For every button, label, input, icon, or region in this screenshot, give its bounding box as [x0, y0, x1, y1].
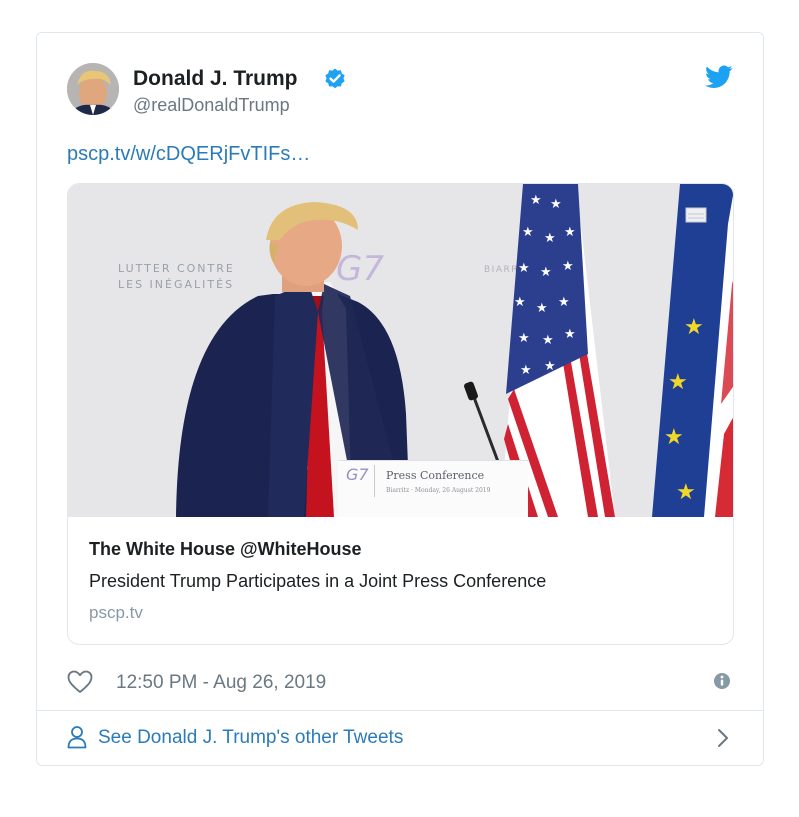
podium-g7-logo: G7 [346, 465, 369, 484]
person-icon [67, 726, 87, 749]
author-handle[interactable]: @realDonaldTrump [133, 95, 290, 116]
link-preview-card[interactable]: LUTTER CONTRE LES INÉGALITÉS BIARRITZ G7 [67, 183, 734, 645]
card-domain: pscp.tv [89, 603, 143, 622]
svg-text:★: ★ [544, 359, 556, 374]
svg-text:★: ★ [536, 301, 548, 316]
svg-text:★: ★ [550, 197, 562, 212]
svg-text:★: ★ [564, 225, 576, 240]
avatar-image [67, 63, 119, 115]
svg-text:★: ★ [668, 370, 688, 395]
svg-text:★: ★ [676, 480, 696, 505]
see-other-tweets-label: See Donald J. Trump's other Tweets [98, 727, 404, 748]
svg-text:★: ★ [562, 259, 574, 274]
backdrop-text-1: LUTTER CONTRE [118, 262, 235, 275]
author-name[interactable]: Donald J. Trump [133, 67, 298, 91]
twitter-bird-icon[interactable] [705, 65, 733, 89]
g7-backdrop-logo: G7 [336, 249, 384, 289]
see-other-tweets-link[interactable]: See Donald J. Trump's other Tweets [37, 711, 763, 766]
card-description: President Trump Participates in a Joint … [89, 571, 547, 591]
card-title: The White House @WhiteHouse [89, 539, 362, 559]
svg-text:★: ★ [664, 425, 684, 450]
svg-text:★: ★ [514, 295, 526, 310]
svg-text:★: ★ [540, 265, 552, 280]
svg-text:★: ★ [530, 193, 542, 208]
card-body: The White House @WhiteHouse President Tr… [68, 517, 733, 644]
svg-text:★: ★ [542, 333, 554, 348]
chevron-right-icon [718, 729, 728, 747]
svg-text:★: ★ [518, 261, 530, 276]
svg-text:★: ★ [544, 231, 556, 246]
tweet-timestamp[interactable]: 12:50 PM - Aug 26, 2019 [116, 672, 326, 694]
svg-text:★: ★ [522, 225, 534, 240]
svg-text:★: ★ [684, 315, 704, 340]
backdrop-text-2: LES INÉGALITÉS [118, 278, 234, 291]
svg-text:★: ★ [518, 331, 530, 346]
podium-subtitle: Biarritz · Monday, 26 August 2019 [386, 487, 491, 494]
tweet-footer: 12:50 PM - Aug 26, 2019 [67, 669, 735, 697]
svg-text:★: ★ [558, 295, 570, 310]
embedded-tweet-card: Donald J. Trump @realDonaldTrump pscp.tv… [36, 32, 764, 766]
heart-icon[interactable] [67, 670, 93, 694]
svg-text:★: ★ [564, 327, 576, 342]
info-icon[interactable] [713, 672, 731, 690]
avatar[interactable] [67, 63, 119, 115]
verified-icon [325, 68, 345, 89]
preview-image: LUTTER CONTRE LES INÉGALITÉS BIARRITZ G7 [68, 184, 733, 517]
svg-text:★: ★ [520, 363, 532, 378]
podium-title: Press Conference [386, 469, 484, 482]
tweet-link[interactable]: pscp.tv/w/cDQERjFvTIFs… [67, 143, 310, 166]
